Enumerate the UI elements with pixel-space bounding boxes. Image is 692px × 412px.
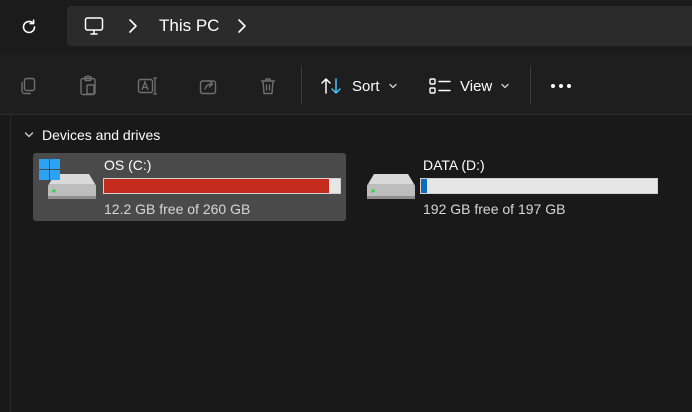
drive-usage-fill (104, 179, 329, 193)
share-button[interactable] (197, 75, 219, 97)
copy-icon (21, 77, 36, 95)
drive-tile-os-c[interactable]: OS (C:) 12.2 GB free of 260 GB (33, 153, 346, 221)
refresh-icon (22, 19, 36, 34)
navigation-pane-edge (0, 115, 11, 412)
paste-button[interactable] (77, 75, 99, 97)
delete-icon (261, 78, 275, 95)
chevron-down-icon (24, 132, 34, 138)
copy-button[interactable] (17, 75, 39, 97)
more-icon (551, 84, 571, 88)
sort-icon (321, 78, 341, 94)
drive-free-space: 12.2 GB free of 260 GB (104, 201, 251, 217)
chevron-right-icon[interactable] (236, 18, 248, 34)
chevron-down-icon (388, 83, 397, 89)
drive-icon (367, 174, 415, 199)
share-icon (199, 80, 217, 95)
refresh-button[interactable] (10, 10, 48, 44)
drive-usage-bar (103, 178, 341, 194)
group-title: Devices and drives (42, 127, 161, 143)
address-bar[interactable]: This PC (67, 6, 692, 46)
paste-icon (80, 75, 96, 96)
drive-usage-fill (421, 179, 427, 193)
rename-icon (137, 77, 157, 95)
drive-name: OS (C:) (104, 157, 152, 173)
drive-name: DATA (D:) (423, 157, 485, 173)
computer-icon (84, 17, 104, 35)
drive-usage-bar (420, 178, 658, 194)
chevron-right-icon[interactable] (127, 18, 139, 34)
view-button[interactable]: View (428, 72, 510, 100)
view-label: View (460, 77, 493, 95)
breadcrumb-this-pc[interactable]: This PC (159, 15, 219, 37)
toolbar-separator (530, 66, 531, 104)
delete-button[interactable] (257, 75, 279, 97)
address-row: This PC (0, 0, 692, 54)
chevron-down-icon (501, 83, 509, 89)
toolbar-separator (301, 66, 302, 104)
content-pane: Devices and drives OS (C:) 12.2 GB free … (0, 115, 692, 412)
drive-free-space: 192 GB free of 197 GB (423, 201, 566, 217)
group-header[interactable]: Devices and drives (24, 127, 160, 143)
drive-tile-data-d[interactable]: DATA (D:) 192 GB free of 197 GB (352, 153, 665, 221)
rename-button[interactable] (137, 75, 159, 97)
sort-button[interactable]: Sort (320, 72, 398, 100)
windows-logo-icon (39, 159, 60, 180)
system-drive-icon (39, 159, 96, 199)
file-explorer-window: This PC Sort View Devices and drives OS … (0, 0, 692, 412)
view-list-icon (429, 78, 451, 94)
command-bar: Sort View (0, 54, 692, 115)
sort-label: Sort (352, 77, 380, 95)
more-options-button[interactable] (546, 76, 576, 96)
